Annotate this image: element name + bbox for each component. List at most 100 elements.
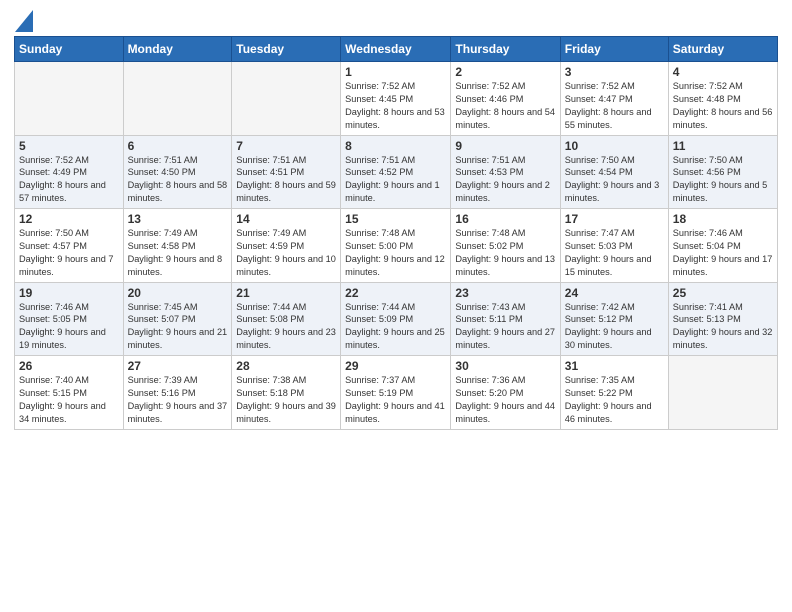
calendar-cell: 1Sunrise: 7:52 AM Sunset: 4:45 PM Daylig… xyxy=(341,62,451,136)
day-info: Sunrise: 7:52 AM Sunset: 4:46 PM Dayligh… xyxy=(455,80,555,132)
page: SundayMondayTuesdayWednesdayThursdayFrid… xyxy=(0,0,792,612)
calendar-cell: 25Sunrise: 7:41 AM Sunset: 5:13 PM Dayli… xyxy=(668,282,777,356)
calendar-header-monday: Monday xyxy=(123,37,232,62)
day-info: Sunrise: 7:41 AM Sunset: 5:13 PM Dayligh… xyxy=(673,301,773,353)
day-number: 23 xyxy=(455,286,555,300)
day-number: 13 xyxy=(128,212,228,226)
day-info: Sunrise: 7:46 AM Sunset: 5:04 PM Dayligh… xyxy=(673,227,773,279)
calendar-cell: 7Sunrise: 7:51 AM Sunset: 4:51 PM Daylig… xyxy=(232,135,341,209)
day-number: 29 xyxy=(345,359,446,373)
day-info: Sunrise: 7:45 AM Sunset: 5:07 PM Dayligh… xyxy=(128,301,228,353)
day-number: 11 xyxy=(673,139,773,153)
day-number: 6 xyxy=(128,139,228,153)
day-number: 21 xyxy=(236,286,336,300)
calendar-cell: 28Sunrise: 7:38 AM Sunset: 5:18 PM Dayli… xyxy=(232,356,341,430)
calendar-cell: 23Sunrise: 7:43 AM Sunset: 5:11 PM Dayli… xyxy=(451,282,560,356)
day-info: Sunrise: 7:44 AM Sunset: 5:09 PM Dayligh… xyxy=(345,301,446,353)
calendar-cell: 21Sunrise: 7:44 AM Sunset: 5:08 PM Dayli… xyxy=(232,282,341,356)
calendar-cell: 30Sunrise: 7:36 AM Sunset: 5:20 PM Dayli… xyxy=(451,356,560,430)
calendar-cell: 13Sunrise: 7:49 AM Sunset: 4:58 PM Dayli… xyxy=(123,209,232,283)
day-info: Sunrise: 7:43 AM Sunset: 5:11 PM Dayligh… xyxy=(455,301,555,353)
day-info: Sunrise: 7:36 AM Sunset: 5:20 PM Dayligh… xyxy=(455,374,555,426)
day-number: 14 xyxy=(236,212,336,226)
calendar-cell: 27Sunrise: 7:39 AM Sunset: 5:16 PM Dayli… xyxy=(123,356,232,430)
calendar-header-friday: Friday xyxy=(560,37,668,62)
calendar-cell: 22Sunrise: 7:44 AM Sunset: 5:09 PM Dayli… xyxy=(341,282,451,356)
calendar-cell: 15Sunrise: 7:48 AM Sunset: 5:00 PM Dayli… xyxy=(341,209,451,283)
calendar-cell: 26Sunrise: 7:40 AM Sunset: 5:15 PM Dayli… xyxy=(15,356,124,430)
day-info: Sunrise: 7:51 AM Sunset: 4:51 PM Dayligh… xyxy=(236,154,336,206)
day-info: Sunrise: 7:49 AM Sunset: 4:59 PM Dayligh… xyxy=(236,227,336,279)
day-number: 9 xyxy=(455,139,555,153)
day-info: Sunrise: 7:39 AM Sunset: 5:16 PM Dayligh… xyxy=(128,374,228,426)
calendar-cell: 6Sunrise: 7:51 AM Sunset: 4:50 PM Daylig… xyxy=(123,135,232,209)
day-info: Sunrise: 7:50 AM Sunset: 4:57 PM Dayligh… xyxy=(19,227,119,279)
calendar-week-2: 5Sunrise: 7:52 AM Sunset: 4:49 PM Daylig… xyxy=(15,135,778,209)
calendar-week-5: 26Sunrise: 7:40 AM Sunset: 5:15 PM Dayli… xyxy=(15,356,778,430)
calendar-week-1: 1Sunrise: 7:52 AM Sunset: 4:45 PM Daylig… xyxy=(15,62,778,136)
day-info: Sunrise: 7:49 AM Sunset: 4:58 PM Dayligh… xyxy=(128,227,228,279)
day-info: Sunrise: 7:51 AM Sunset: 4:53 PM Dayligh… xyxy=(455,154,555,206)
calendar-cell: 11Sunrise: 7:50 AM Sunset: 4:56 PM Dayli… xyxy=(668,135,777,209)
calendar-cell: 31Sunrise: 7:35 AM Sunset: 5:22 PM Dayli… xyxy=(560,356,668,430)
calendar-cell: 17Sunrise: 7:47 AM Sunset: 5:03 PM Dayli… xyxy=(560,209,668,283)
day-info: Sunrise: 7:48 AM Sunset: 5:00 PM Dayligh… xyxy=(345,227,446,279)
day-info: Sunrise: 7:35 AM Sunset: 5:22 PM Dayligh… xyxy=(565,374,664,426)
day-info: Sunrise: 7:51 AM Sunset: 4:50 PM Dayligh… xyxy=(128,154,228,206)
day-info: Sunrise: 7:51 AM Sunset: 4:52 PM Dayligh… xyxy=(345,154,446,206)
calendar-header-sunday: Sunday xyxy=(15,37,124,62)
day-number: 12 xyxy=(19,212,119,226)
day-number: 2 xyxy=(455,65,555,79)
day-number: 15 xyxy=(345,212,446,226)
calendar-header-row: SundayMondayTuesdayWednesdayThursdayFrid… xyxy=(15,37,778,62)
calendar-cell: 16Sunrise: 7:48 AM Sunset: 5:02 PM Dayli… xyxy=(451,209,560,283)
calendar-cell: 19Sunrise: 7:46 AM Sunset: 5:05 PM Dayli… xyxy=(15,282,124,356)
calendar-cell: 5Sunrise: 7:52 AM Sunset: 4:49 PM Daylig… xyxy=(15,135,124,209)
logo-triangle-icon xyxy=(15,10,33,32)
calendar-cell xyxy=(232,62,341,136)
calendar-cell: 12Sunrise: 7:50 AM Sunset: 4:57 PM Dayli… xyxy=(15,209,124,283)
calendar-cell: 4Sunrise: 7:52 AM Sunset: 4:48 PM Daylig… xyxy=(668,62,777,136)
calendar-cell: 20Sunrise: 7:45 AM Sunset: 5:07 PM Dayli… xyxy=(123,282,232,356)
day-number: 31 xyxy=(565,359,664,373)
day-number: 28 xyxy=(236,359,336,373)
day-info: Sunrise: 7:52 AM Sunset: 4:49 PM Dayligh… xyxy=(19,154,119,206)
day-number: 16 xyxy=(455,212,555,226)
calendar-header-wednesday: Wednesday xyxy=(341,37,451,62)
header xyxy=(14,10,778,28)
calendar-header-tuesday: Tuesday xyxy=(232,37,341,62)
calendar-week-4: 19Sunrise: 7:46 AM Sunset: 5:05 PM Dayli… xyxy=(15,282,778,356)
day-info: Sunrise: 7:40 AM Sunset: 5:15 PM Dayligh… xyxy=(19,374,119,426)
day-number: 22 xyxy=(345,286,446,300)
calendar-cell: 2Sunrise: 7:52 AM Sunset: 4:46 PM Daylig… xyxy=(451,62,560,136)
day-number: 10 xyxy=(565,139,664,153)
day-number: 17 xyxy=(565,212,664,226)
day-info: Sunrise: 7:42 AM Sunset: 5:12 PM Dayligh… xyxy=(565,301,664,353)
logo xyxy=(14,10,34,28)
day-number: 7 xyxy=(236,139,336,153)
day-number: 5 xyxy=(19,139,119,153)
calendar-cell xyxy=(15,62,124,136)
day-number: 8 xyxy=(345,139,446,153)
day-info: Sunrise: 7:47 AM Sunset: 5:03 PM Dayligh… xyxy=(565,227,664,279)
day-number: 4 xyxy=(673,65,773,79)
calendar-cell xyxy=(668,356,777,430)
day-number: 25 xyxy=(673,286,773,300)
day-info: Sunrise: 7:52 AM Sunset: 4:47 PM Dayligh… xyxy=(565,80,664,132)
day-number: 26 xyxy=(19,359,119,373)
day-info: Sunrise: 7:50 AM Sunset: 4:54 PM Dayligh… xyxy=(565,154,664,206)
calendar-cell: 8Sunrise: 7:51 AM Sunset: 4:52 PM Daylig… xyxy=(341,135,451,209)
calendar-cell xyxy=(123,62,232,136)
calendar-header-saturday: Saturday xyxy=(668,37,777,62)
calendar-cell: 14Sunrise: 7:49 AM Sunset: 4:59 PM Dayli… xyxy=(232,209,341,283)
day-info: Sunrise: 7:52 AM Sunset: 4:45 PM Dayligh… xyxy=(345,80,446,132)
day-info: Sunrise: 7:37 AM Sunset: 5:19 PM Dayligh… xyxy=(345,374,446,426)
day-number: 27 xyxy=(128,359,228,373)
day-number: 1 xyxy=(345,65,446,79)
calendar-week-3: 12Sunrise: 7:50 AM Sunset: 4:57 PM Dayli… xyxy=(15,209,778,283)
day-number: 30 xyxy=(455,359,555,373)
day-info: Sunrise: 7:44 AM Sunset: 5:08 PM Dayligh… xyxy=(236,301,336,353)
calendar-cell: 24Sunrise: 7:42 AM Sunset: 5:12 PM Dayli… xyxy=(560,282,668,356)
day-info: Sunrise: 7:46 AM Sunset: 5:05 PM Dayligh… xyxy=(19,301,119,353)
day-info: Sunrise: 7:38 AM Sunset: 5:18 PM Dayligh… xyxy=(236,374,336,426)
